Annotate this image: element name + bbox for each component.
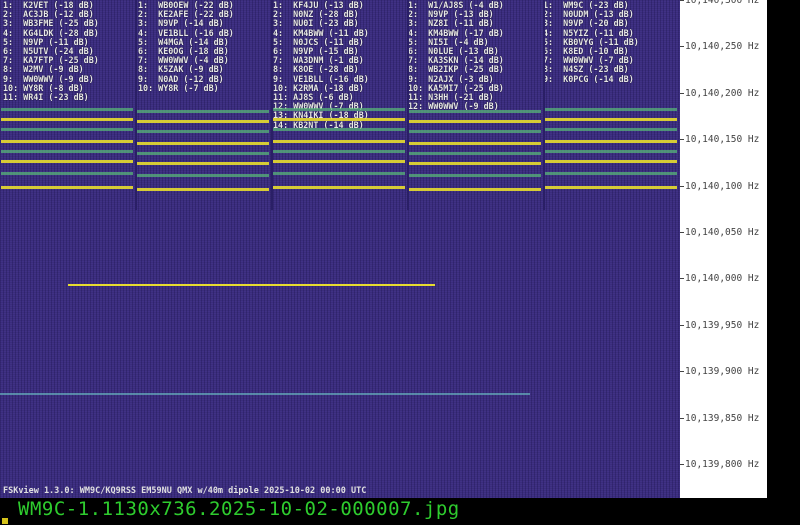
signal-trace (273, 160, 405, 163)
signal-trace (273, 140, 405, 143)
signal-trace (1, 128, 133, 131)
panel-divider (407, 0, 409, 210)
decode-list: 1: W1/AJ8S (-4 dB) 2: N9VP (-13 dB) 3: NZ8… (408, 0, 504, 111)
signal-trace (273, 172, 405, 175)
signal-trace (409, 110, 541, 113)
signal-trace (273, 186, 405, 189)
signal-trace (545, 160, 677, 163)
cursor-indicator (2, 518, 8, 524)
signal-trace (0, 393, 530, 395)
signal-trace (137, 120, 269, 123)
frequency-tick-label: 10,140,100 Hz (680, 181, 759, 192)
signal-trace (409, 188, 541, 191)
signal-trace (68, 284, 435, 286)
decode-list: 1: WM9C (-23 dB) 2: N0UDM (-13 dB) 3: N9VP… (543, 0, 639, 84)
fskview-window: 1: K2VET (-18 dB) 2: AC3JB (-12 dB) 3: WB3… (0, 0, 800, 525)
signal-trace (409, 174, 541, 177)
filename-label: WM9C-1.1130x736.2025-10-02-000007.jpg (18, 498, 460, 520)
signal-trace (1, 140, 133, 143)
decode-entry[interactable]: 10: WY8R (-7 dB) (138, 83, 234, 93)
signal-trace (137, 142, 269, 145)
panel-divider (135, 0, 137, 210)
frequency-tick-label: 10,140,250 Hz (680, 41, 759, 52)
signal-trace (545, 172, 677, 175)
signal-trace (545, 186, 677, 189)
signal-trace (1, 160, 133, 163)
frequency-tick-label: 10,139,850 Hz (680, 413, 759, 424)
frequency-axis: 10,140,300 Hz 10,140,250 Hz 10,140,200 Hz 1… (680, 0, 767, 498)
spectrogram[interactable]: 1: K2VET (-18 dB) 2: AC3JB (-12 dB) 3: WB3… (0, 0, 680, 498)
signal-trace (273, 118, 405, 121)
signal-trace (137, 174, 269, 177)
frequency-tick-label: 10,140,200 Hz (680, 88, 759, 99)
decode-list: 1: WB0OEW (-22 dB) 2: KE2AFE (-22 dB) 3: N… (138, 0, 234, 93)
signal-trace (545, 140, 677, 143)
panel-divider (543, 0, 545, 210)
signal-trace (137, 188, 269, 191)
frequency-tick-label: 10,140,000 Hz (680, 273, 759, 284)
frequency-tick-label: 10,139,950 Hz (680, 320, 759, 331)
signal-trace (273, 108, 405, 111)
frequency-tick-label: 10,139,900 Hz (680, 366, 759, 377)
signal-trace (1, 108, 133, 111)
signal-trace (273, 150, 405, 153)
signal-trace (409, 130, 541, 133)
signal-trace (409, 152, 541, 155)
decode-entry[interactable]: 9: K0PCG (-14 dB) (543, 74, 639, 84)
signal-trace (1, 186, 133, 189)
signal-trace (137, 110, 269, 113)
signal-trace (545, 118, 677, 121)
signal-trace (137, 152, 269, 155)
decode-list: 1: K2VET (-18 dB) 2: AC3JB (-12 dB) 3: WB3… (3, 0, 99, 102)
signal-trace (273, 128, 405, 131)
footer-caption: FSKview 1.3.0: WM9C/KQ9RSS EM59NU QMX w/… (3, 486, 367, 496)
signal-trace (1, 118, 133, 121)
signal-trace (409, 162, 541, 165)
signal-trace (1, 150, 133, 153)
decode-entry[interactable]: 11: WR4I (-23 dB) (3, 92, 99, 102)
panel-divider (271, 0, 273, 210)
frequency-tick-label: 10,139,800 Hz (680, 459, 759, 470)
signal-trace (409, 120, 541, 123)
signal-trace (1, 172, 133, 175)
frequency-tick-label: 10,140,300 Hz (680, 0, 759, 6)
frequency-tick-label: 10,140,150 Hz (680, 134, 759, 145)
signal-trace (137, 162, 269, 165)
signal-trace (545, 128, 677, 131)
signal-trace (545, 150, 677, 153)
signal-trace (409, 142, 541, 145)
frequency-tick-label: 10,140,050 Hz (680, 227, 759, 238)
signal-trace (137, 130, 269, 133)
signal-trace (545, 108, 677, 111)
